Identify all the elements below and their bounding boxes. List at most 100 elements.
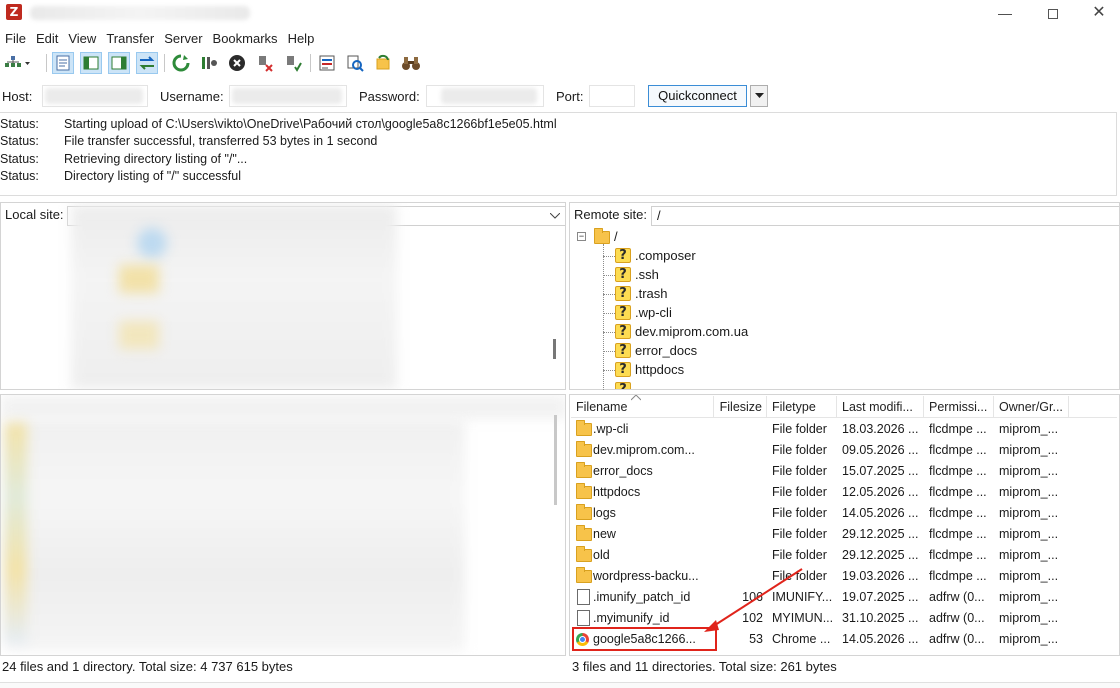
cell-filetype: File folder <box>772 464 827 478</box>
cell-filesize: 106 <box>742 590 763 604</box>
file-row[interactable]: .imunify_patch_id 106 IMUNIFY... 19.07.2025… <box>571 587 1117 608</box>
cell-permissions: flcdmpe ... <box>929 422 987 436</box>
column-filetype[interactable]: Filetype <box>767 396 837 418</box>
site-manager-button[interactable] <box>2 52 32 74</box>
cell-filename: httpdocs <box>593 485 641 499</box>
process-queue-icon <box>202 57 217 69</box>
remote-site-path-input[interactable]: / <box>651 206 1119 226</box>
remote-tree-icon <box>111 56 127 70</box>
column-permissions[interactable]: Permissi... <box>924 396 994 418</box>
collapse-toggle-icon[interactable]: − <box>577 232 586 241</box>
cell-filename: .myimunify_id <box>593 611 670 625</box>
minimize-button[interactable]: — <box>982 0 1028 28</box>
unknown-folder-icon: ? <box>615 324 631 339</box>
cancel-operation-button[interactable] <box>226 52 248 74</box>
file-icon <box>577 589 590 605</box>
tree-item-composer[interactable]: ? .composer <box>0 246 760 265</box>
cell-filetype: File folder <box>772 443 827 457</box>
file-row[interactable]: old File folder 29.12.2025 ... flcdmpe ... m… <box>571 545 1117 566</box>
toggle-local-tree-button[interactable] <box>80 52 102 74</box>
reconnect-button[interactable] <box>282 52 304 74</box>
file-row[interactable]: logs File folder 14.05.2026 ... flcdmpe ...… <box>571 503 1117 524</box>
tree-item-label: / <box>614 229 618 244</box>
host-input[interactable] <box>42 85 148 107</box>
cell-last-modified: 29.12.2025 ... <box>842 527 919 541</box>
disconnect-button[interactable] <box>254 52 276 74</box>
tree-item-label: error_docs <box>635 343 698 358</box>
column-owner-group[interactable]: Owner/Gr... <box>994 396 1069 418</box>
file-row[interactable]: httpdocs File folder 12.05.2026 ... flcdmpe… <box>571 482 1117 503</box>
tree-item-error-docs[interactable]: ? error_docs <box>0 341 760 360</box>
log-message: Retrieving directory listing of "/"... <box>64 152 248 166</box>
quickconnect-button[interactable]: Quickconnect <box>648 85 747 107</box>
toggle-directory-comparison-button[interactable] <box>344 52 366 74</box>
cell-filename: new <box>593 527 616 541</box>
maximize-button[interactable] <box>1030 0 1076 28</box>
cell-permissions: adfrw (0... <box>929 611 985 625</box>
toggle-remote-tree-button[interactable] <box>108 52 130 74</box>
log-message: Directory listing of "/" successful <box>64 169 241 183</box>
cell-filetype: File folder <box>772 548 827 562</box>
cell-filename: error_docs <box>593 464 653 478</box>
port-input[interactable] <box>589 85 635 107</box>
tree-item-label: .wp-cli <box>635 305 672 320</box>
cell-owner-group: miprom_... <box>999 464 1059 478</box>
site-manager-icon <box>5 56 30 67</box>
directory-listing-filters-button[interactable] <box>316 52 338 74</box>
unknown-folder-icon: ? <box>615 382 631 389</box>
tree-item-dev-miprom[interactable]: ? dev.miprom.com.ua <box>0 322 760 341</box>
refresh-button[interactable] <box>170 52 192 74</box>
tree-item-trash[interactable]: ? .trash <box>0 284 760 303</box>
scrollbar-thumb[interactable] <box>554 415 557 505</box>
process-queue-button[interactable] <box>198 52 220 74</box>
quickconnect-history-dropdown[interactable] <box>750 85 768 107</box>
file-row[interactable]: .wp-cli File folder 18.03.2026 ... flcdmpe … <box>571 419 1117 440</box>
file-row[interactable]: error_docs File folder 15.07.2025 ... flcdm… <box>571 461 1117 482</box>
chevron-down-icon <box>550 213 560 219</box>
menu-transfer[interactable]: Transfer <box>101 30 159 48</box>
tree-item-httpdocs[interactable]: ? httpdocs <box>0 360 760 379</box>
file-row[interactable]: new File folder 29.12.2025 ... flcdmpe ... m… <box>571 524 1117 545</box>
username-label: Username: <box>160 89 224 104</box>
file-row[interactable]: .myimunify_id 102 MYIMUN... 31.10.2025 ... a… <box>571 608 1117 629</box>
cell-last-modified: 09.05.2026 ... <box>842 443 919 457</box>
menu-view[interactable]: View <box>63 30 101 48</box>
column-label: Owner/Gr... <box>999 400 1063 414</box>
close-button[interactable]: ✕ <box>1076 0 1120 28</box>
password-input[interactable] <box>426 85 544 107</box>
cell-last-modified: 12.05.2026 ... <box>842 485 919 499</box>
cell-filename: old <box>593 548 610 562</box>
disconnect-icon <box>259 56 273 72</box>
column-filename[interactable]: Filename <box>571 395 714 418</box>
file-row[interactable]: dev.miprom.com... File folder 09.05.2026 .… <box>571 440 1117 461</box>
host-value-redacted <box>45 88 143 104</box>
cell-filename: .wp-cli <box>593 422 629 436</box>
local-file-list-panel[interactable] <box>0 394 566 656</box>
column-label: Filetype <box>772 400 816 414</box>
tree-item-wp-cli[interactable]: ? .wp-cli <box>0 303 760 322</box>
toggle-sync-browsing-button[interactable] <box>372 52 394 74</box>
tree-item-ssh[interactable]: ? .ssh <box>0 265 760 284</box>
folder-icon <box>576 567 592 583</box>
column-filesize[interactable]: Filesize <box>714 396 767 418</box>
local-site-label: Local site: <box>5 207 64 222</box>
column-last-modified[interactable]: Last modifi... <box>837 396 924 418</box>
menu-server[interactable]: Server <box>159 30 207 48</box>
cell-owner-group: miprom_... <box>999 590 1059 604</box>
toggle-transfer-queue-button[interactable] <box>136 52 158 74</box>
file-row[interactable]: wordpress-backu... File folder 19.03.2026 … <box>571 566 1117 587</box>
toggle-message-log-button[interactable] <box>52 52 74 74</box>
menu-help[interactable]: Help <box>283 30 320 48</box>
unknown-folder-icon: ? <box>615 286 631 301</box>
tree-item-root[interactable]: − / <box>0 227 618 246</box>
password-label: Password: <box>359 89 420 104</box>
username-input[interactable] <box>229 85 347 107</box>
message-log[interactable]: Status: Starting upload of C:\Users\vikto… <box>0 112 1117 196</box>
menu-edit[interactable]: Edit <box>31 30 63 48</box>
cell-last-modified: 18.03.2026 ... <box>842 422 919 436</box>
menu-bookmarks[interactable]: Bookmarks <box>208 30 283 48</box>
search-remote-files-button[interactable] <box>400 52 422 74</box>
folder-icon <box>594 228 610 244</box>
menu-file[interactable]: File <box>0 30 31 48</box>
cell-filesize: 53 <box>749 632 763 646</box>
